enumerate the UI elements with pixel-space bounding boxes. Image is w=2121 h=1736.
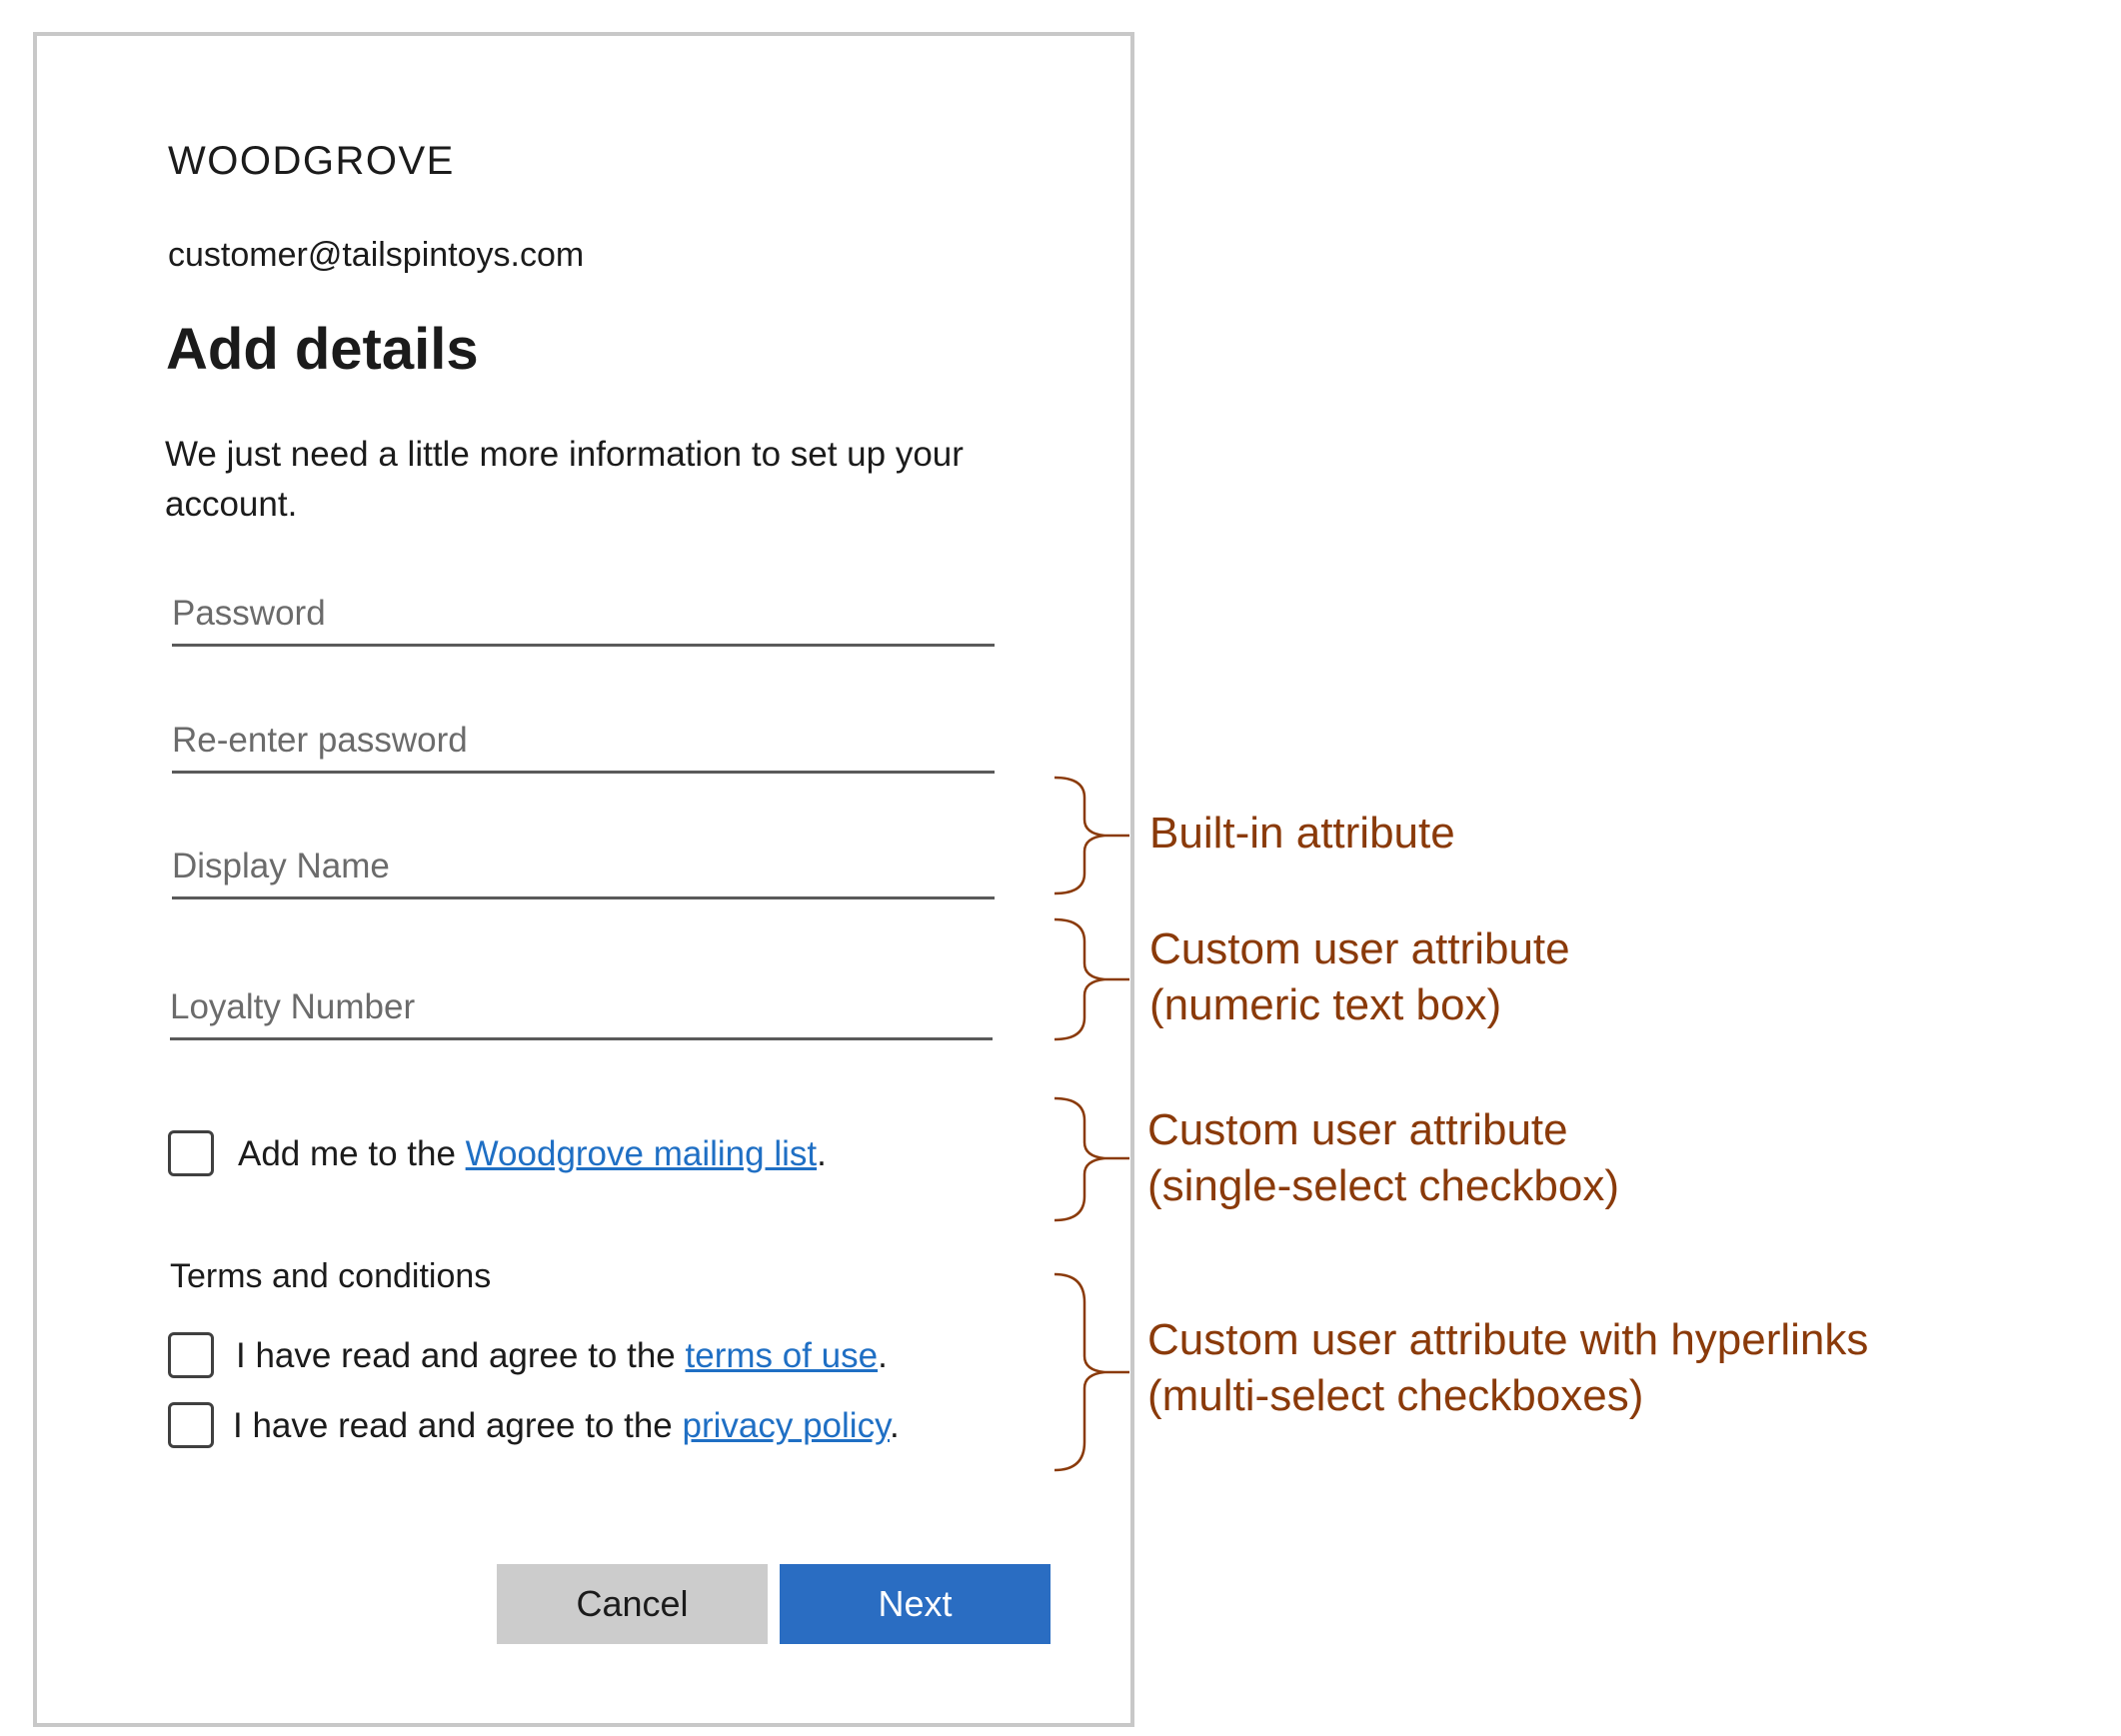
multi-select-annotation: Custom user attribute with hyperlinks (m… [1147,1312,1868,1424]
terms-of-use-link[interactable]: terms of use [686,1336,879,1375]
mailing-list-checkbox[interactable] [168,1130,214,1176]
mailing-list-prefix: Add me to the [238,1134,466,1173]
numeric-brace-icon [1054,917,1129,1041]
multi-select-brace-icon [1054,1272,1129,1472]
mailing-list-label: Add me to the Woodgrove mailing list. [238,1134,827,1174]
mailing-list-link[interactable]: Woodgrove mailing list [466,1134,817,1173]
page-description: We just need a little more information t… [165,435,964,524]
page-title: Add details [166,317,479,382]
password-field [172,584,995,647]
display-name-input[interactable] [172,837,995,896]
reenter-password-field [172,711,995,774]
loyalty-number-input[interactable] [170,977,993,1037]
user-email: customer@tailspintoys.com [168,236,585,274]
privacy-policy-checkbox[interactable] [168,1402,214,1448]
built-in-brace-icon [1054,776,1129,895]
privacy-policy-label: I have read and agree to the privacy pol… [233,1406,900,1446]
next-button[interactable]: Next [780,1564,1051,1644]
numeric-annotation-line1: Custom user attribute [1149,924,1570,973]
terms-of-use-checkbox[interactable] [168,1332,214,1378]
multi-select-annotation-line1: Custom user attribute with hyperlinks [1147,1315,1869,1364]
terms-of-use-prefix: I have read and agree to the [236,1336,686,1375]
built-in-annotation: Built-in attribute [1149,806,1455,862]
privacy-policy-link[interactable]: privacy policy [683,1406,890,1445]
password-input[interactable] [172,584,995,644]
single-select-annotation-line2: (single-select checkbox) [1147,1161,1619,1210]
privacy-policy-prefix: I have read and agree to the [233,1406,683,1445]
loyalty-number-field [170,977,993,1040]
cancel-button[interactable]: Cancel [497,1564,768,1644]
mailing-list-suffix: . [817,1134,827,1173]
multi-select-annotation-line2: (multi-select checkboxes) [1147,1371,1644,1420]
single-select-annotation-line1: Custom user attribute [1147,1105,1568,1154]
display-name-field [172,837,995,899]
numeric-annotation: Custom user attribute (numeric text box) [1149,921,1570,1033]
single-select-brace-icon [1054,1096,1129,1222]
numeric-annotation-line2: (numeric text box) [1149,980,1502,1029]
privacy-policy-suffix: . [889,1406,900,1445]
reenter-password-input[interactable] [172,711,995,771]
built-in-annotation-line1: Built-in attribute [1149,809,1455,858]
brand-name: WOODGROVE [168,139,455,183]
single-select-annotation: Custom user attribute (single-select che… [1147,1102,1619,1214]
terms-of-use-label: I have read and agree to the terms of us… [236,1336,888,1376]
terms-of-use-suffix: . [878,1336,888,1375]
terms-heading: Terms and conditions [170,1257,492,1295]
